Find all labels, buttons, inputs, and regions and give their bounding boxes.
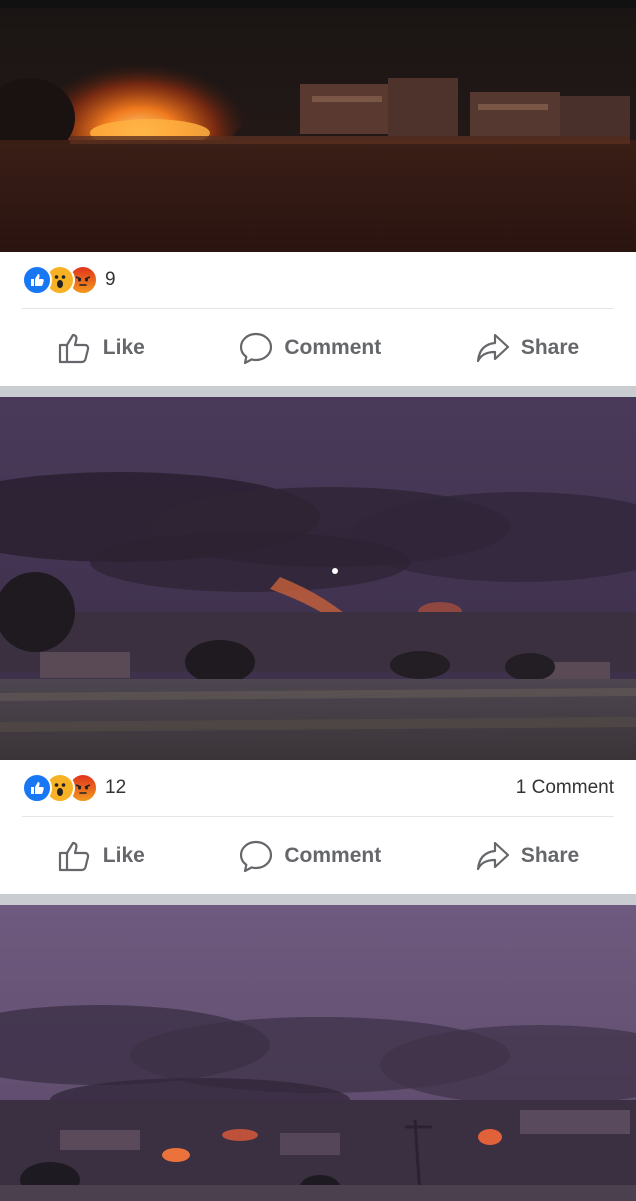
like-button[interactable]: Like xyxy=(57,839,145,873)
night-fire-photo xyxy=(0,8,636,252)
post-stats-2: 12 1 Comment xyxy=(0,760,636,816)
share-arrow-icon xyxy=(476,333,509,362)
post-photo-1[interactable] xyxy=(0,8,636,252)
reaction-summary[interactable]: 9 xyxy=(22,265,116,295)
like-reaction-icon xyxy=(22,773,52,803)
status-bar-edge xyxy=(0,0,636,8)
thumbs-up-icon xyxy=(58,841,89,871)
like-label: Like xyxy=(102,843,145,867)
feed-separator xyxy=(0,386,636,397)
post-photo-2[interactable] xyxy=(0,397,636,760)
share-button[interactable]: Share xyxy=(475,839,579,873)
post-photo-3[interactable] xyxy=(0,905,636,1201)
share-label: Share xyxy=(520,843,580,867)
post-card-2: 12 1 Comment Like Comment Share xyxy=(0,760,636,894)
smoke-over-town-photo xyxy=(0,397,636,760)
like-reaction-icon xyxy=(22,265,52,295)
comment-label: Comment xyxy=(284,843,382,867)
like-label: Like xyxy=(102,335,145,359)
reaction-count: 9 xyxy=(105,269,116,290)
reaction-summary[interactable]: 12 xyxy=(22,773,126,803)
reaction-count: 12 xyxy=(105,777,127,798)
post-actions-1: Like Comment Share xyxy=(0,309,636,386)
feed-separator xyxy=(0,894,636,905)
post-stats-1: 9 xyxy=(0,252,636,308)
comment-count[interactable]: 1 Comment xyxy=(516,777,614,799)
thumbs-up-icon xyxy=(58,333,89,363)
share-arrow-icon xyxy=(476,841,509,870)
comment-bubble-icon xyxy=(240,332,273,364)
smoke-dusk-photo xyxy=(0,905,636,1201)
post-actions-2: Like Comment Share xyxy=(0,817,636,894)
share-button[interactable]: Share xyxy=(475,331,579,365)
share-label: Share xyxy=(520,335,580,359)
comment-button[interactable]: Comment xyxy=(238,331,381,365)
comment-button[interactable]: Comment xyxy=(238,839,381,873)
post-card-1: 9 Like Comment Share xyxy=(0,252,636,386)
comment-label: Comment xyxy=(284,335,382,359)
comment-bubble-icon xyxy=(240,840,273,872)
like-button[interactable]: Like xyxy=(57,331,145,365)
